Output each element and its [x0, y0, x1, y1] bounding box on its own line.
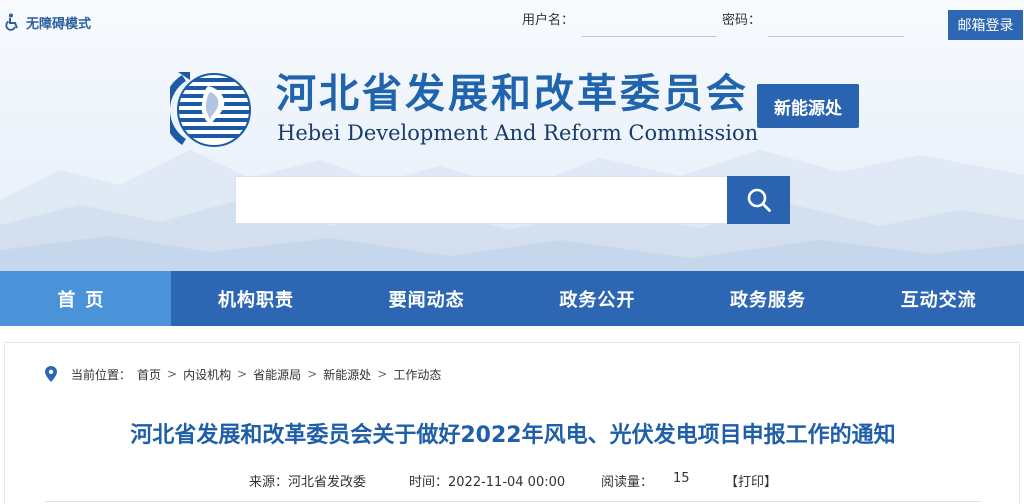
search-icon — [747, 188, 771, 212]
username-input[interactable] — [582, 10, 716, 34]
site-header: 无障碍模式 用户名： 密码： 邮箱登录 河北省发展和改革委员会 Hebei De… — [0, 0, 1024, 271]
site-title-chinese: 河北省发展和改革委员会 — [276, 71, 749, 117]
article-views-label: 阅读量： — [601, 475, 654, 490]
breadcrumb-separator: > — [307, 367, 318, 381]
accessibility-mode-label: 无障碍模式 — [26, 16, 92, 32]
article-container: 当前位置： 首页 > 内设机构 > 省能源局 > 新能源处 > 工作动态 河北省… — [4, 342, 1020, 504]
breadcrumb: 当前位置： 首页 > 内设机构 > 省能源局 > 新能源处 > 工作动态 — [45, 365, 441, 383]
username-underline — [582, 36, 716, 37]
breadcrumb-item-energy-bureau[interactable]: 省能源局 — [253, 366, 301, 383]
breadcrumb-separator: > — [377, 367, 388, 381]
breadcrumb-lead: 当前位置： — [71, 367, 132, 382]
article-time: 时间：2022-11-04 00:00 — [409, 475, 566, 490]
commission-emblem-icon — [170, 72, 251, 147]
mail-login-button[interactable]: 邮箱登录 — [948, 10, 1023, 40]
nav-item-home[interactable]: 首页 — [0, 271, 171, 326]
wheelchair-icon — [5, 13, 18, 31]
nav-item-government-services[interactable]: 政务服务 — [683, 271, 854, 326]
location-pin-icon — [45, 366, 57, 382]
breadcrumb-item-internal-departments[interactable]: 内设机构 — [183, 366, 231, 383]
accessibility-mode-toggle[interactable]: 无障碍模式 — [4, 12, 91, 32]
department-badge[interactable]: 新能源处 — [757, 84, 859, 128]
breadcrumb-item-work-news[interactable]: 工作动态 — [393, 366, 441, 383]
nav-item-news[interactable]: 要闻动态 — [341, 271, 512, 326]
breadcrumb-separator: > — [237, 367, 248, 381]
breadcrumb-item-new-energy-division[interactable]: 新能源处 — [323, 366, 371, 383]
nav-item-interaction[interactable]: 互动交流 — [853, 271, 1024, 326]
password-input[interactable] — [768, 10, 904, 34]
article-views-count: 15 — [673, 471, 690, 486]
main-navigation: 首页 机构职责 要闻动态 政务公开 政务服务 互动交流 — [0, 271, 1024, 326]
search-button[interactable] — [727, 176, 790, 224]
breadcrumb-item-home[interactable]: 首页 — [137, 366, 161, 383]
search-input[interactable] — [235, 176, 727, 224]
site-title-english: Hebei Development And Reform Commission — [277, 121, 759, 145]
password-label: 密码： — [722, 13, 762, 28]
nav-item-government-affairs[interactable]: 政务公开 — [512, 271, 683, 326]
article-source: 来源：河北省发改委 — [249, 475, 367, 490]
username-label: 用户名： — [522, 13, 575, 28]
breadcrumb-separator: > — [167, 367, 178, 381]
print-link[interactable]: 【打印】 — [725, 471, 777, 490]
article-meta: 来源：河北省发改委 时间：2022-11-04 00:00 阅读量： 15 【打… — [5, 471, 1021, 490]
password-underline — [768, 36, 904, 37]
nav-item-institutions[interactable]: 机构职责 — [171, 271, 342, 326]
article-title: 河北省发展和改革委员会关于做好2022年风电、光伏发电项目申报工作的通知 — [130, 423, 896, 448]
meta-divider — [45, 501, 981, 502]
